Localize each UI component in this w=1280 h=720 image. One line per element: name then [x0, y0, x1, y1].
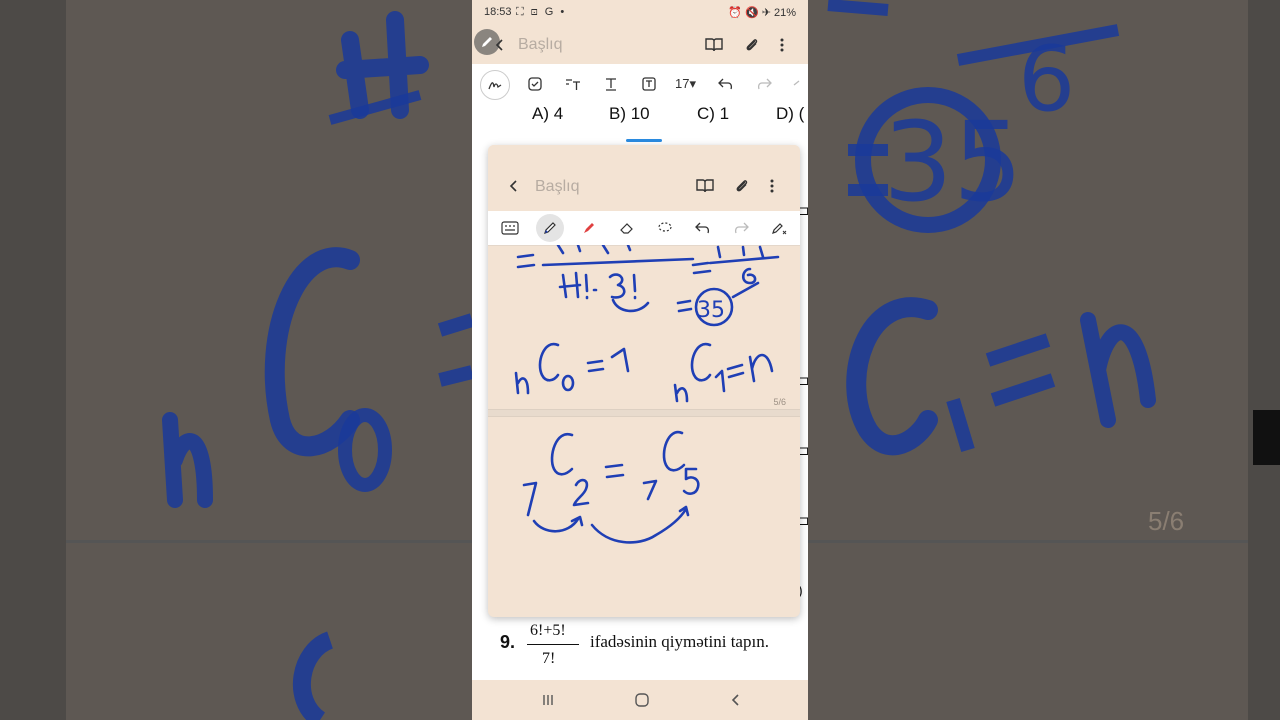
attach-icon[interactable] — [740, 33, 764, 57]
background-left-ink — [66, 0, 472, 720]
drawing-toolbar — [488, 211, 800, 246]
question-9: 9. 6!+5! 7! ifadəsinin qiymətini tapın. — [472, 620, 808, 680]
fraction-denominator: 7! — [542, 650, 556, 667]
textbox-icon[interactable] — [637, 72, 661, 96]
back-arrow-icon[interactable] — [488, 33, 512, 57]
back-icon[interactable] — [724, 688, 748, 712]
status-time: 18:53 — [484, 6, 512, 18]
popup-header: Başlıq — [488, 145, 800, 211]
popup-undo-icon[interactable] — [691, 216, 715, 240]
top-bar: Başlıq — [472, 26, 808, 64]
answer-a[interactable]: A) 4 — [532, 104, 563, 124]
fraction-numerator: 6!+5! — [530, 622, 566, 639]
text-style-icon[interactable] — [561, 72, 585, 96]
floating-note-window[interactable]: Başlıq 35 5/6 — [488, 145, 800, 617]
page-divider — [488, 409, 800, 417]
answer-options: A) 4 B) 10 C) 1 D) ( — [472, 100, 808, 130]
eraser-icon[interactable] — [615, 216, 639, 240]
text-icon[interactable] — [599, 72, 623, 96]
more-tools-icon[interactable] — [788, 72, 804, 96]
question-text: ifadəsinin qiymətini tapın. — [590, 632, 769, 651]
font-size-dropdown[interactable]: 17▾ — [675, 76, 696, 92]
background-right-ink: 35 6 5/6 — [808, 0, 1280, 720]
handwriting-canvas[interactable]: 35 — [488, 245, 800, 617]
checkbox-icon[interactable] — [523, 72, 547, 96]
battery-level: ⏰ 🔇 ✈ 21% — [728, 7, 796, 19]
book-icon[interactable] — [702, 33, 726, 57]
highlighter-icon[interactable] — [577, 216, 601, 240]
popup-attach-icon[interactable] — [730, 174, 754, 198]
format-toolbar: 17▾ — [472, 66, 808, 103]
popup-back-icon[interactable] — [502, 174, 526, 198]
page-tab-indicator — [626, 139, 662, 142]
fraction-bar — [527, 644, 579, 645]
status-bar: 18:53 ⛶ ⊡ G • ⏰ 🔇 ✈ 21% — [472, 0, 808, 26]
undo-icon[interactable] — [714, 72, 738, 96]
popup-book-icon[interactable] — [693, 174, 717, 198]
answer-c[interactable]: C) 1 — [697, 104, 729, 124]
lasso-icon[interactable] — [653, 216, 677, 240]
redo-icon[interactable] — [752, 72, 776, 96]
handwriting-icon[interactable] — [480, 70, 510, 100]
popup-redo-icon[interactable] — [729, 216, 753, 240]
font-size-value: 17 — [675, 76, 690, 91]
status-icons: ⛶ ⊡ G • — [516, 6, 567, 18]
battery-percent: 21% — [773, 7, 796, 19]
svg-text:35: 35 — [697, 298, 725, 323]
system-nav-bar — [472, 680, 808, 720]
pen-settings-icon[interactable] — [767, 216, 791, 240]
svg-text:6: 6 — [1018, 27, 1075, 132]
more-icon[interactable] — [770, 33, 794, 57]
keyboard-icon[interactable] — [498, 216, 522, 240]
home-icon[interactable] — [630, 688, 654, 712]
pencil-icon[interactable] — [536, 214, 564, 242]
recents-icon[interactable] — [536, 688, 560, 712]
page-title: Başlıq — [518, 36, 563, 53]
popup-title: Başlıq — [535, 178, 580, 195]
svg-text:5/6: 5/6 — [1148, 506, 1184, 536]
popup-page-indicator: 5/6 — [773, 397, 786, 407]
popup-more-icon[interactable] — [760, 174, 784, 198]
svg-text:35: 35 — [883, 98, 1023, 226]
answer-b[interactable]: B) 10 — [609, 104, 650, 124]
answer-d[interactable]: D) ( — [776, 104, 804, 124]
question-number: 9. — [500, 632, 516, 652]
